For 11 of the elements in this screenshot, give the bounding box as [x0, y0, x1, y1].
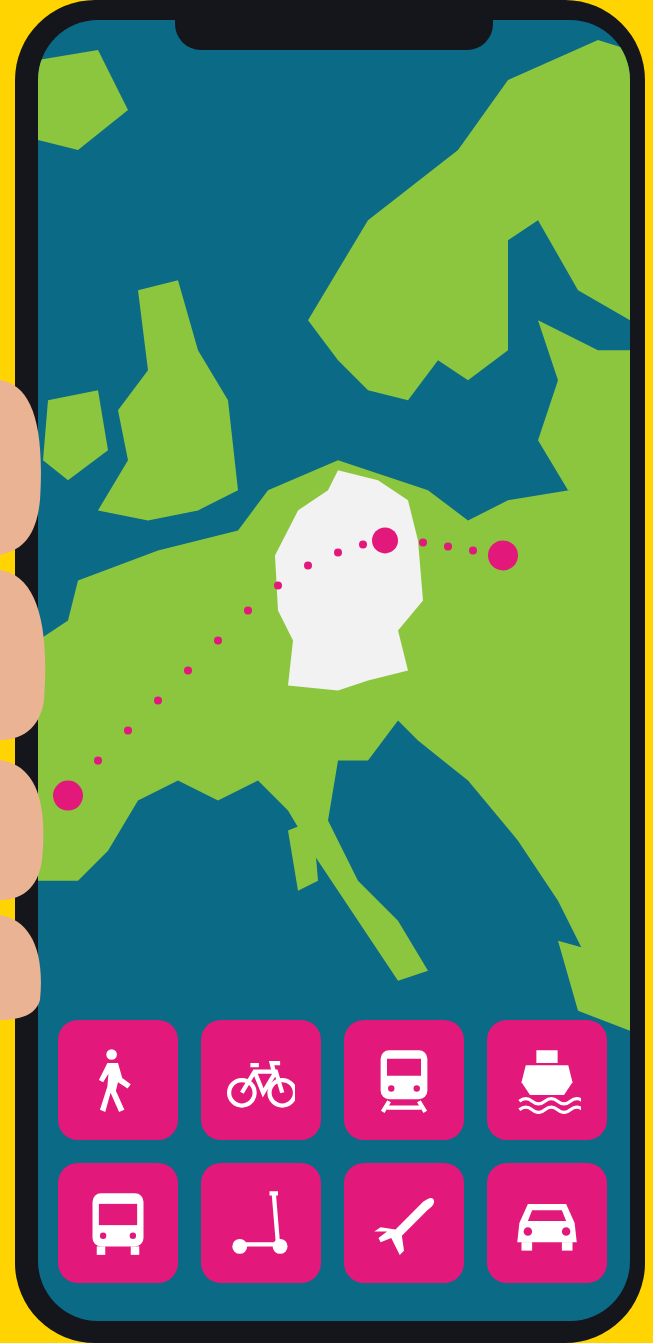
- transport-mode-button[interactable]: [487, 1020, 607, 1140]
- transport-mode-button[interactable]: [344, 1020, 464, 1140]
- transport-mode-button[interactable]: [58, 1020, 178, 1140]
- transport-mode-button[interactable]: [201, 1020, 321, 1140]
- transport-mode-button[interactable]: [201, 1163, 321, 1283]
- transport-mode-button[interactable]: [344, 1163, 464, 1283]
- location-marker: [53, 780, 83, 811]
- transport-mode-button[interactable]: [487, 1163, 607, 1283]
- location-marker: [488, 540, 518, 571]
- location-marker: [372, 527, 398, 554]
- transport-mode-button[interactable]: [58, 1163, 178, 1283]
